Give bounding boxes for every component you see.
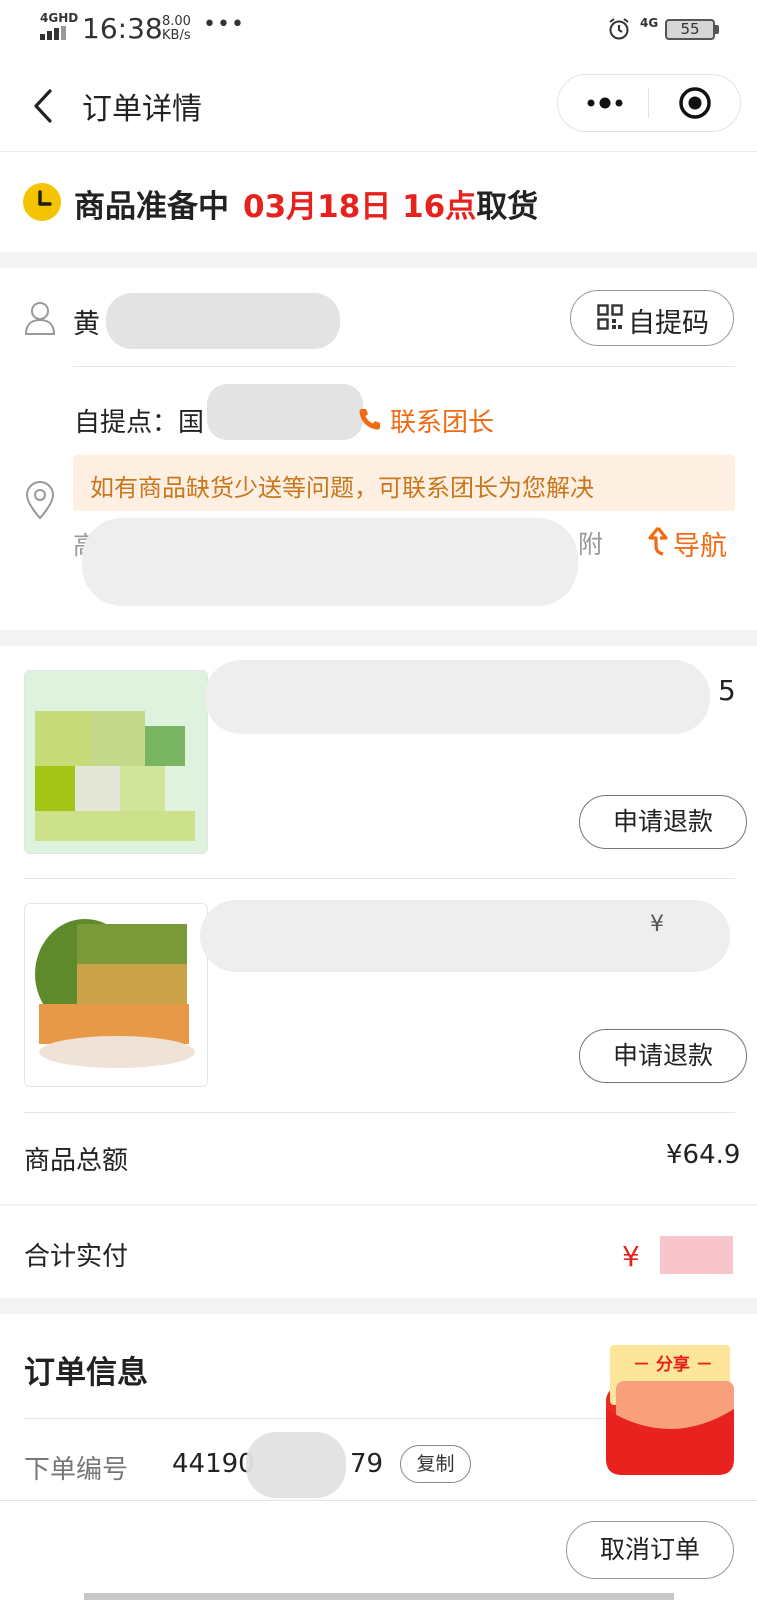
order-status: 商品准备中 03月18日 16点取货 [74, 181, 538, 226]
share-label: － 分享 － [633, 1355, 713, 1375]
qr-code-icon [597, 304, 623, 330]
network-right: 4G [640, 16, 659, 30]
network-type: 4GHD [40, 11, 79, 25]
privacy-mask [82, 518, 578, 606]
order-number-end: 79 [350, 1449, 384, 1479]
page-title: 订单详情 [82, 92, 202, 127]
phone-icon[interactable] [357, 406, 383, 432]
refund-button[interactable]: 申请退款 [579, 795, 747, 849]
pickup-point-label: 自提点：国 [74, 408, 205, 438]
battery-icon: 55 [665, 19, 715, 40]
paid-total-value: ¥ [622, 1240, 640, 1273]
privacy-mask [207, 384, 363, 440]
order-number-label: 下单编号 [24, 1455, 129, 1485]
tip-text: 如有商品缺货少送等问题，可联系团长为您解决 [90, 474, 594, 502]
copy-button[interactable]: 复制 [400, 1445, 471, 1483]
goods-total-value: ¥64.9 [666, 1140, 741, 1170]
chevron-left-icon[interactable] [30, 88, 56, 124]
divider [73, 366, 735, 367]
net-speed: 8.00 KB/s [162, 14, 191, 43]
navigate-link[interactable]: 导航 [673, 524, 727, 563]
battery-tip [715, 25, 719, 34]
signal-icon [40, 26, 72, 40]
divider [24, 1112, 735, 1113]
product-price: ¥ [650, 912, 664, 937]
paid-total-label: 合计实付 [24, 1242, 129, 1272]
product-image-jackfruit [25, 904, 207, 1086]
product-price: 5 [718, 674, 736, 707]
target-icon[interactable] [678, 86, 712, 120]
status-more: ••• [203, 12, 245, 37]
product-image[interactable] [24, 903, 208, 1087]
capsule-divider [648, 88, 649, 118]
clock-icon [23, 183, 61, 221]
product-image[interactable] [24, 670, 208, 854]
clock-time: 16:38 [82, 12, 163, 45]
address-fragment: 附 [578, 530, 604, 559]
pickup-time: 03月18日 16点 [243, 189, 477, 225]
location-pin-icon [25, 481, 55, 520]
user-icon [24, 302, 56, 335]
goods-total-label: 商品总额 [24, 1146, 129, 1176]
pickup-code-label: 自提码 [628, 308, 709, 339]
contact-leader-link[interactable]: 联系团长 [390, 402, 494, 439]
product-image-lettuce [25, 671, 207, 853]
pickup-suffix: 取货 [476, 189, 539, 225]
divider [24, 878, 735, 879]
alarm-icon [609, 18, 629, 40]
order-number-start: 44190 [172, 1449, 255, 1479]
cancel-order-button[interactable]: 取消订单 [566, 1521, 734, 1579]
divider [0, 1204, 757, 1206]
privacy-mask [205, 660, 710, 734]
status-state: 商品准备中 [74, 189, 229, 225]
navigation-arrow-icon[interactable] [647, 526, 669, 556]
privacy-mask [660, 1236, 733, 1274]
order-info-title: 订单信息 [24, 1355, 148, 1391]
privacy-mask [106, 293, 340, 349]
home-indicator [84, 1593, 674, 1600]
refund-button[interactable]: 申请退款 [579, 1029, 747, 1083]
more-dots-icon[interactable] [580, 88, 630, 118]
privacy-mask [246, 1432, 346, 1498]
customer-name: 黄 [73, 309, 100, 340]
